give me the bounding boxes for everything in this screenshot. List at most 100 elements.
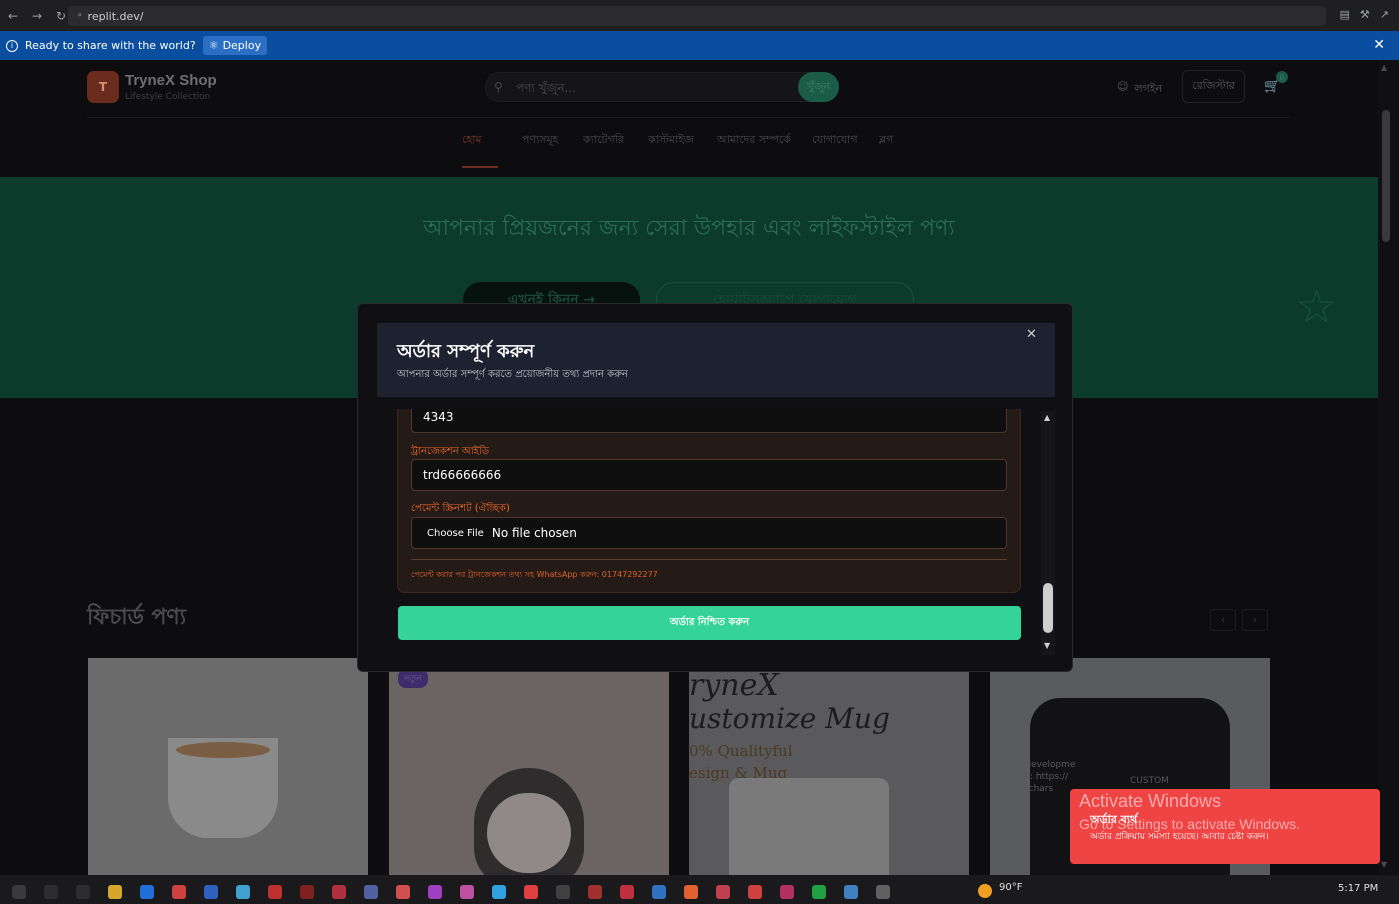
logo-mark[interactable]: T [87,71,119,103]
open-external-icon[interactable]: ↗ [1380,8,1389,21]
taskbar-app-icon[interactable] [652,885,666,899]
taskbar-app-icon[interactable] [588,885,602,899]
taskbar-app-icon[interactable] [812,885,826,899]
nav-products[interactable]: পণ্যসমূহ [522,131,558,150]
taskbar-app-icon[interactable] [460,885,474,899]
search-icon: ⚲ [494,80,503,94]
deploy-button[interactable]: ⚛ Deploy [202,36,268,55]
taskbar-app-icon[interactable] [716,885,730,899]
register-button[interactable]: রেজিস্টার [1182,70,1245,103]
taskbar-app-icon[interactable] [172,885,186,899]
windows-start-icon[interactable] [12,885,26,899]
page-scroll-thumb[interactable] [1382,110,1390,242]
nav-customize[interactable]: কাস্টমাইজ [648,131,694,150]
modal-title: অর্ডার সম্পূর্ণ করুন [397,341,535,362]
taskbar-app-icon[interactable] [364,885,378,899]
payment-form: 4343 ট্রানজেকশন আইডি trd66666666 পেমেন্ট… [397,409,1021,593]
search-input[interactable]: ⚲ পণ্য খুঁজুন... [485,72,838,102]
taskbar-app-icon[interactable] [748,885,762,899]
share-message: Ready to share with the world? [25,39,196,52]
payment-screenshot-input[interactable]: Choose File No file chosen [411,517,1007,549]
taskbar-app-icon[interactable] [332,885,346,899]
product-card[interactable]: নতুন [389,658,669,875]
featured-heading: ফিচার্ড পণ্য [87,605,187,630]
tools-icon[interactable]: ⚒ [1360,8,1370,21]
taskbar-app-icon[interactable] [76,885,90,899]
back-button[interactable]: ← [2,5,24,27]
taskbar-app-icon[interactable] [844,885,858,899]
dev-info-panel: Mode: developme API URL: https:// Cart: … [995,759,1076,795]
weather-temp[interactable]: 90°F [999,882,1022,893]
forward-button[interactable]: → [26,5,48,27]
nav-about[interactable]: আমাদের সম্পর্কে [717,131,791,150]
scroll-up-icon[interactable]: ▲ [1381,63,1387,72]
nav-active-indicator [462,166,498,168]
logo-name[interactable]: TryneX Shop [125,72,217,89]
taskbar-app-icon[interactable] [44,885,58,899]
chevron-left-icon[interactable]: ‹ [1210,609,1236,631]
choose-file-button[interactable]: Choose File [427,528,484,539]
whatsapp-note: পেমেন্ট করার পর ট্রানজেকশন তথ্য সহ Whats… [411,570,658,579]
system-clock[interactable]: 5:17 PM [1338,883,1378,894]
taskbar-app-icon[interactable] [524,885,538,899]
site-header: T TryneX Shop Lifestyle Collection ⚲ পণ্… [87,60,1290,118]
folder-icon[interactable] [108,885,122,899]
taskbar-app-icon[interactable] [396,885,410,899]
nav-home[interactable]: হোম [462,131,482,150]
login-label: লগইন [1134,82,1163,95]
windows-watermark-subtitle: Go to Settings to activate Windows. [1079,816,1300,832]
taskbar-app-icon[interactable] [492,885,506,899]
dev-mode-text: Mode: developme [995,760,1076,770]
product-card[interactable]: ryneX ustomize Mug 0% Qualityful esign &… [689,658,969,875]
taskbar-app-icon[interactable] [556,885,570,899]
scroll-down-icon[interactable]: ▼ [1044,641,1050,650]
star-icon: ☆ [1295,279,1339,335]
taskbar-app-icon[interactable] [684,885,698,899]
shirt-print-text: CUSTOM [1130,776,1169,786]
user-icon: ☺ [1117,80,1129,93]
taskbar-app-icon[interactable] [140,885,154,899]
nav-categories[interactable]: ক্যাটেগরি [583,131,624,150]
weather-icon[interactable] [978,884,992,898]
taskbar-app-icon[interactable] [428,885,442,899]
confirm-order-button[interactable]: অর্ডার নিশ্চিত করুন [398,606,1021,640]
devices-icon[interactable]: ▤ [1340,8,1350,21]
taskbar-app-icon[interactable] [300,885,314,899]
taskbar: 90°F 5:17 PM [0,875,1399,904]
hero-title: আপনার প্রিয়জনের জন্য সেরা উপহার এবং লাই… [423,216,955,241]
nav-contact[interactable]: যোগাযোগ [812,131,858,150]
taskbar-app-icon[interactable] [268,885,282,899]
share-banner: i Ready to share with the world? ⚛ Deplo… [0,31,1399,60]
browser-toolbar: ← → ↻ ⚬ replit.dev/ ▤ ⚒ ↗ [0,0,1399,31]
close-icon[interactable]: ✕ [1373,37,1385,53]
taskbar-app-icon[interactable] [204,885,218,899]
product-image-tea [176,742,270,758]
scroll-up-icon[interactable]: ▲ [1044,413,1050,422]
form-divider [411,559,1007,560]
login-link[interactable]: ☺ লগইন [1117,80,1162,99]
modal-header: অর্ডার সম্পূর্ণ করুন আপনার অর্ডার সম্পূর… [377,323,1055,397]
modal-scroll-thumb[interactable] [1043,583,1053,633]
page-scrollbar[interactable]: ▲ ▼ [1378,60,1399,875]
modal-scrollbar[interactable]: ▲ ▼ [1041,411,1055,655]
mug-brand-text: ryneX [689,668,779,703]
address-bar[interactable]: ⚬ replit.dev/ [68,6,1326,26]
taskbar-app-icon[interactable] [780,885,794,899]
link-icon: ⚬ [76,11,84,21]
payment-number-field[interactable]: 4343 [411,409,1007,433]
info-icon: i [6,39,18,52]
search-button[interactable]: খুঁজুন [798,72,839,102]
scroll-down-icon[interactable]: ▼ [1381,860,1387,869]
payment-screenshot-label: পেমেন্ট স্ক্রিনশট (ঐচ্ছিক) [411,503,510,514]
transaction-id-field[interactable]: trd66666666 [411,459,1007,491]
close-icon[interactable]: ✕ [1026,327,1037,342]
order-modal: অর্ডার সম্পূর্ণ করুন আপনার অর্ডার সম্পূর… [357,303,1073,672]
product-card[interactable] [88,658,368,875]
chevron-right-icon[interactable]: › [1242,609,1268,631]
carousel-arrows: ‹ › [1210,609,1268,631]
taskbar-app-icon[interactable] [876,885,890,899]
taskbar-app-icon[interactable] [236,885,250,899]
taskbar-app-icon[interactable] [620,885,634,899]
modal-subtitle: আপনার অর্ডার সম্পূর্ণ করতে প্রয়োজনীয় ত… [397,369,628,380]
nav-blog[interactable]: ব্লগ [879,131,893,150]
